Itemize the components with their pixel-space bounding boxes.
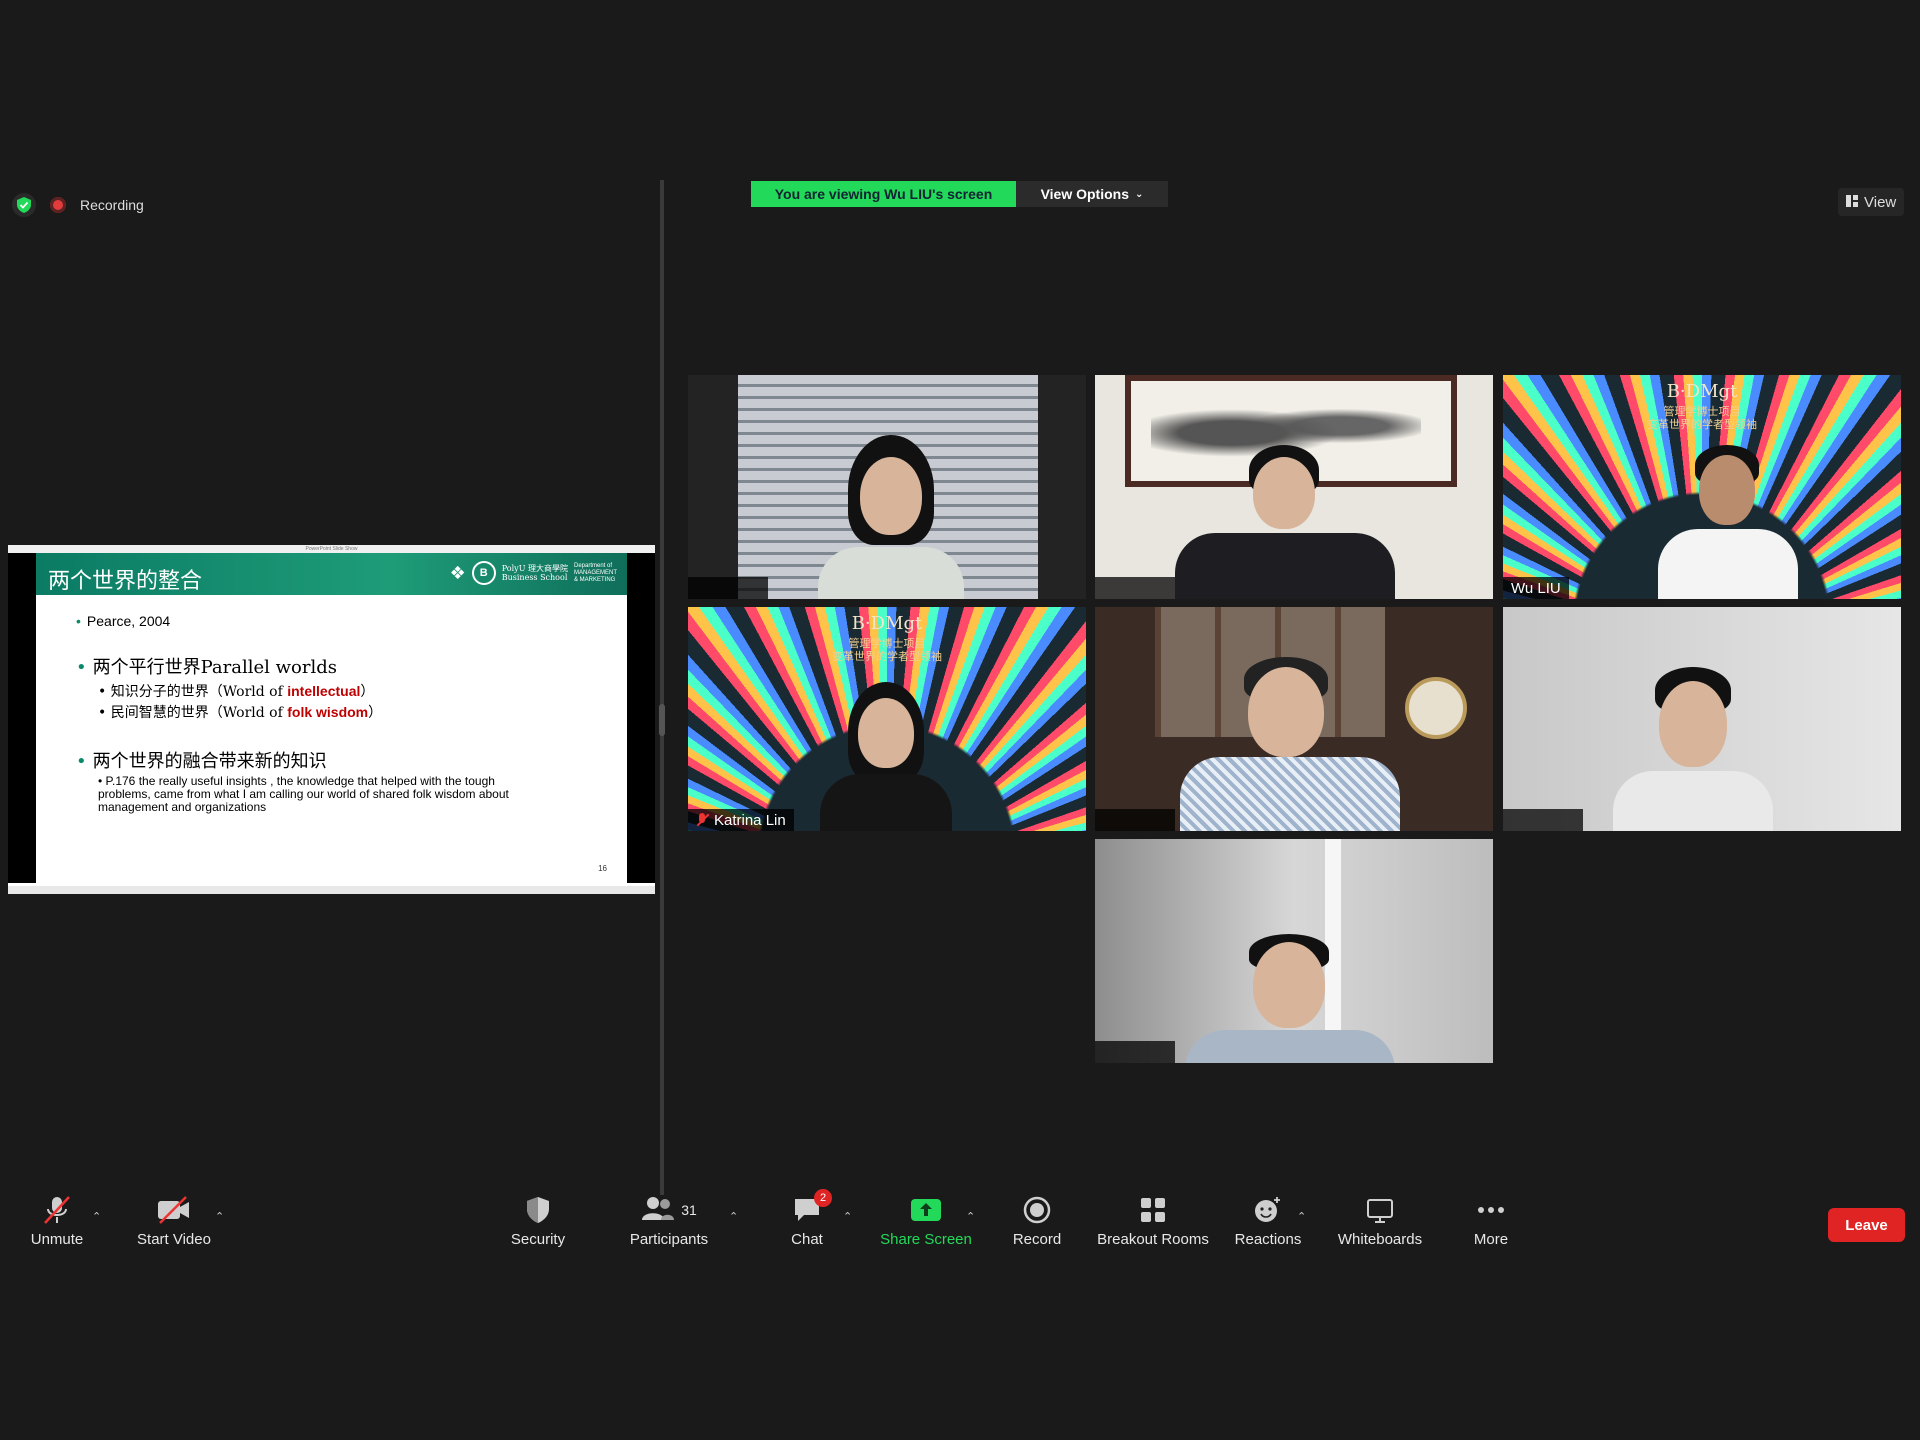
slide-header: 两个世界的整合 ❖ B PolyU 理大商學院 Business School … [36,553,627,595]
slide-subbullet: • 民间智慧的世界（World of folk wisdom） [98,704,383,721]
slide-subbullet: • P.176 the really useful insights , the… [98,774,509,814]
more-dots-icon [1477,1195,1505,1225]
share-options-caret[interactable]: ⌃ [966,1210,975,1223]
recording-icon [50,197,66,213]
presentation-statusbar [8,886,655,894]
record-icon [1023,1195,1051,1225]
slide-bullet: • Pearce, 2004 [76,613,171,629]
security-shield-icon [526,1195,550,1225]
chevron-down-icon: ⌄ [1135,188,1144,200]
knot-logo-icon: ❖ [449,562,466,583]
microphone-muted-icon [41,1195,73,1225]
muted-microphone-icon [696,813,708,827]
participant-name-tag [1095,809,1175,831]
start-video-button[interactable]: Start Video [134,1195,214,1255]
letterbox-left [8,553,36,883]
reactions-emoji-icon [1253,1195,1283,1225]
participants-icon [641,1195,675,1226]
video-tile[interactable] [1095,839,1493,1063]
view-options-label: View Options [1040,186,1130,202]
slide-bullet: • 两个平行世界Parallel worlds [76,657,338,678]
recording-status: Recording [12,192,144,218]
presentation-titlebar: PowerPoint Slide Show [8,545,655,553]
breakout-rooms-button[interactable]: Breakout Rooms [1096,1195,1210,1255]
shared-screen[interactable]: PowerPoint Slide Show 两个世界的整合 ❖ B PolyU … [8,545,655,894]
view-options-button[interactable]: View Options ⌄ [1016,181,1168,207]
encryption-shield-icon[interactable] [12,193,36,217]
slide-title: 两个世界的整合 [48,569,203,594]
video-camera-off-icon [156,1195,192,1225]
presentation-slide: 两个世界的整合 ❖ B PolyU 理大商學院 Business School … [36,553,627,883]
video-options-caret[interactable]: ⌃ [215,1210,224,1223]
whiteboard-icon [1365,1195,1395,1225]
school-name: PolyU 理大商學院 Business School [501,564,568,582]
slide-body: • Pearce, 2004 • 两个平行世界Parallel worlds • 知… [76,613,596,814]
participants-count: 31 [681,1202,697,1218]
participant-name-tag [688,577,768,599]
slide-subbullet: • 知识分子的世界（World of intellectual） [98,683,375,700]
dmgt-subtitle: 管理学博士项目 变革世界的学者型领袖 [1647,405,1757,431]
grid-layout-icon [1846,194,1858,211]
more-button[interactable]: More [1470,1195,1512,1255]
dmgt-subtitle: 管理学博士项目 变革世界的学者型领袖 [832,637,942,663]
view-layout-button[interactable]: View [1838,188,1905,216]
split-divider-handle[interactable] [659,704,665,736]
dmgt-logo: B·DMgt [851,613,923,634]
viewing-screen-banner: You are viewing Wu LIU's screen [751,181,1016,207]
participants-button[interactable]: 31 Participants [626,1195,712,1255]
security-button[interactable]: Security [508,1195,568,1255]
participant-name-tag [1095,1041,1175,1063]
recording-label: Recording [80,197,144,213]
audio-options-caret[interactable]: ⌃ [92,1210,101,1223]
unmute-button[interactable]: Unmute [24,1195,90,1255]
dmgt-logo: B·DMgt [1666,381,1738,402]
participants-options-caret[interactable]: ⌃ [729,1210,738,1223]
record-button[interactable]: Record [1010,1195,1064,1255]
share-screen-icon [909,1195,943,1225]
video-tile[interactable] [1095,375,1493,599]
video-tile[interactable] [688,375,1086,599]
wall-clock [1405,677,1467,739]
department-name: Department of MANAGEMENT & MARKETING [573,562,617,583]
whiteboards-button[interactable]: Whiteboards [1334,1195,1426,1255]
participant-name-tag [1095,577,1175,599]
leave-button[interactable]: Leave [1828,1208,1905,1242]
reactions-options-caret[interactable]: ⌃ [1297,1210,1306,1223]
chat-bubble-icon: 2 [792,1189,832,1225]
letterbox-right [627,553,655,883]
video-tile[interactable] [1503,607,1901,831]
business-school-logo-icon: B [471,561,496,585]
chat-button[interactable]: 2 Chat [785,1189,832,1255]
video-tile[interactable]: B·DMgt 管理学博士项目 变革世界的学者型领袖 Wu LIU [1503,375,1901,599]
reactions-button[interactable]: Reactions [1234,1195,1302,1255]
video-tile[interactable] [1095,607,1493,831]
share-screen-button[interactable]: Share Screen [876,1195,976,1255]
chat-options-caret[interactable]: ⌃ [843,1210,852,1223]
chat-unread-badge: 2 [814,1189,832,1207]
polyu-logo: ❖ B PolyU 理大商學院 Business School Departme… [450,561,617,585]
view-label: View [1864,193,1897,211]
participant-name-tag: Wu LIU [1503,577,1569,599]
breakout-rooms-icon [1139,1195,1167,1225]
participant-name-tag [1503,809,1583,831]
participant-name-tag: Katrina Lin [688,809,794,831]
split-divider[interactable] [660,180,664,1195]
video-tile[interactable]: B·DMgt 管理学博士项目 变革世界的学者型领袖 Katrina Lin [688,607,1086,831]
slide-bullet: • 两个世界的融合带来新的知识 [76,751,327,772]
slide-page-number: 16 [598,864,607,873]
